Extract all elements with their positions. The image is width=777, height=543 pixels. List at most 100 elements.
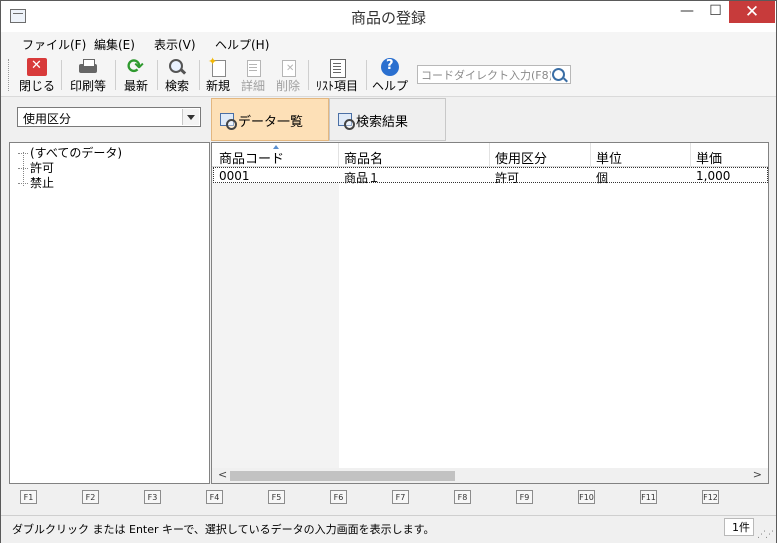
record-count: 1件 <box>724 518 754 536</box>
tab-data-list[interactable]: データ一覧 <box>211 98 329 141</box>
refresh-icon <box>126 54 146 78</box>
list-items-label: ﾘｽﾄ項目 <box>315 79 358 93</box>
fkey-f2[interactable]: F2 <box>82 490 99 504</box>
toolbar: 閉じる 印刷等 最新 検索 新規 詳細 削除 <box>1 54 776 97</box>
cell-usage: 許可 <box>495 171 520 185</box>
fkey-f7[interactable]: F7 <box>392 490 409 504</box>
fkey-f6[interactable]: F6 <box>330 490 347 504</box>
status-message: ダブルクリック または Enter キーで、選択しているデータの入力画面を表示し… <box>12 523 435 536</box>
menu-file[interactable]: ファイル(F) <box>22 36 86 53</box>
list-icon <box>327 58 347 78</box>
tab-search-results[interactable]: 検索結果 <box>329 98 446 141</box>
column-divider[interactable] <box>489 143 490 166</box>
printer-icon <box>78 58 98 76</box>
cell-code: 0001 <box>219 169 250 183</box>
column-header-usage[interactable]: 使用区分 <box>495 148 547 167</box>
code-direct-input-field[interactable] <box>418 66 554 84</box>
usage-category-select[interactable]: 使用区分 <box>17 107 201 127</box>
toolbar-grip[interactable] <box>8 59 12 91</box>
list-items-button[interactable]: ﾘｽﾄ項目 <box>312 56 362 94</box>
delete-label: 削除 <box>275 79 300 93</box>
print-button[interactable]: 印刷等 <box>65 56 111 94</box>
tree-connector <box>18 168 28 169</box>
new-button[interactable]: 新規 <box>202 55 234 94</box>
column-divider[interactable] <box>338 143 339 166</box>
tree-item-prohibited[interactable]: 禁止 <box>18 174 54 191</box>
magnifier-icon <box>167 58 187 76</box>
app-window: 商品の登録 — ☐ ✕ ファイル(F) 編集(E) 表示(V) ヘルプ(H) 閉… <box>0 0 777 543</box>
search-icon[interactable] <box>552 68 565 81</box>
fkey-f11[interactable]: F11 <box>640 490 657 504</box>
toolbar-separator <box>61 60 62 90</box>
table-row[interactable]: 0001 商品１ 許可 個 1,000 <box>213 167 768 185</box>
new-label: 新規 <box>205 79 230 93</box>
data-grid: 商品コード 商品名 使用区分 単位 単価 0001 商品１ 許可 個 1,000… <box>211 142 769 484</box>
scroll-left-icon[interactable]: < <box>218 468 227 481</box>
refresh-button[interactable]: 最新 <box>119 54 153 94</box>
toolbar-separator <box>308 60 309 90</box>
scroll-right-icon[interactable]: > <box>753 468 762 481</box>
fkey-f1[interactable]: F1 <box>20 490 37 504</box>
search-button[interactable]: 検索 <box>159 56 195 94</box>
delete-icon <box>278 58 298 77</box>
function-key-bar: F1 F2 F3 F4 F5 F6 F7 F8 F9 F10 F11 F12 <box>9 487 769 509</box>
close-button[interactable]: 閉じる <box>17 56 57 94</box>
close-window-button[interactable]: ✕ <box>729 1 775 23</box>
scroll-thumb[interactable] <box>230 471 455 481</box>
maximize-button[interactable]: ☐ <box>702 1 729 23</box>
usage-category-value: 使用区分 <box>23 112 72 126</box>
refresh-label: 最新 <box>123 79 148 93</box>
menu-view[interactable]: 表示(V) <box>154 36 196 53</box>
help-label: ヘルプ <box>371 79 408 93</box>
chevron-down-icon[interactable] <box>182 109 199 125</box>
search-label: 検索 <box>164 79 189 93</box>
column-header-unit[interactable]: 単位 <box>596 148 622 167</box>
tree-item-label: 禁止 <box>30 176 55 190</box>
column-header-price[interactable]: 単価 <box>696 148 722 167</box>
column-divider[interactable] <box>590 143 591 166</box>
horizontal-scrollbar[interactable]: < > <box>212 468 768 483</box>
fkey-f9[interactable]: F9 <box>516 490 533 504</box>
fkey-f3[interactable]: F3 <box>144 490 161 504</box>
menu-help[interactable]: ヘルプ(H) <box>215 36 269 53</box>
fkey-f4[interactable]: F4 <box>206 490 223 504</box>
code-direct-input[interactable] <box>417 65 571 84</box>
fkey-f5[interactable]: F5 <box>268 490 285 504</box>
column-header-name[interactable]: 商品名 <box>344 148 383 167</box>
toolbar-separator <box>366 60 367 90</box>
sort-ascending-icon <box>273 145 279 149</box>
close-label: 閉じる <box>18 79 55 93</box>
tree-item-label: 許可 <box>30 161 55 175</box>
tab-data-list-label: データ一覧 <box>238 115 304 130</box>
status-bar: ダブルクリック または Enter キーで、選択しているデータの入力画面を表示し… <box>1 515 776 543</box>
category-tree: (すべてのデータ) 許可 禁止 <box>9 142 210 484</box>
code-column-shade <box>212 167 339 469</box>
fkey-f8[interactable]: F8 <box>454 490 471 504</box>
tree-connector <box>18 153 28 154</box>
tab-search-results-label: 検索結果 <box>356 115 409 130</box>
delete-button[interactable]: 削除 <box>272 56 304 94</box>
fkey-f12[interactable]: F12 <box>702 490 719 504</box>
search-results-icon <box>338 113 355 130</box>
cell-unit: 個 <box>596 171 609 185</box>
menu-edit[interactable]: 編集(E) <box>94 36 135 53</box>
resize-grip-icon[interactable]: ⋰⋰ <box>757 530 774 540</box>
new-document-icon <box>208 55 228 77</box>
help-button[interactable]: ヘルプ <box>371 56 409 94</box>
cell-name: 商品１ <box>344 171 381 185</box>
minimize-button[interactable]: — <box>672 1 702 23</box>
toolbar-separator <box>157 60 158 90</box>
fkey-f10[interactable]: F10 <box>578 490 595 504</box>
cell-price: 1,000 <box>696 169 731 183</box>
toolbar-separator <box>115 60 116 90</box>
detail-label: 詳細 <box>240 79 265 93</box>
detail-icon <box>243 58 263 77</box>
column-header-code[interactable]: 商品コード <box>219 148 284 167</box>
help-icon <box>381 58 399 76</box>
data-list-icon <box>220 113 237 130</box>
title-bar: 商品の登録 — ☐ ✕ <box>1 1 776 32</box>
window-title: 商品の登録 <box>350 9 426 27</box>
grid-header: 商品コード 商品名 使用区分 単位 単価 <box>212 143 768 167</box>
column-divider[interactable] <box>690 143 691 166</box>
detail-button[interactable]: 詳細 <box>237 56 269 94</box>
